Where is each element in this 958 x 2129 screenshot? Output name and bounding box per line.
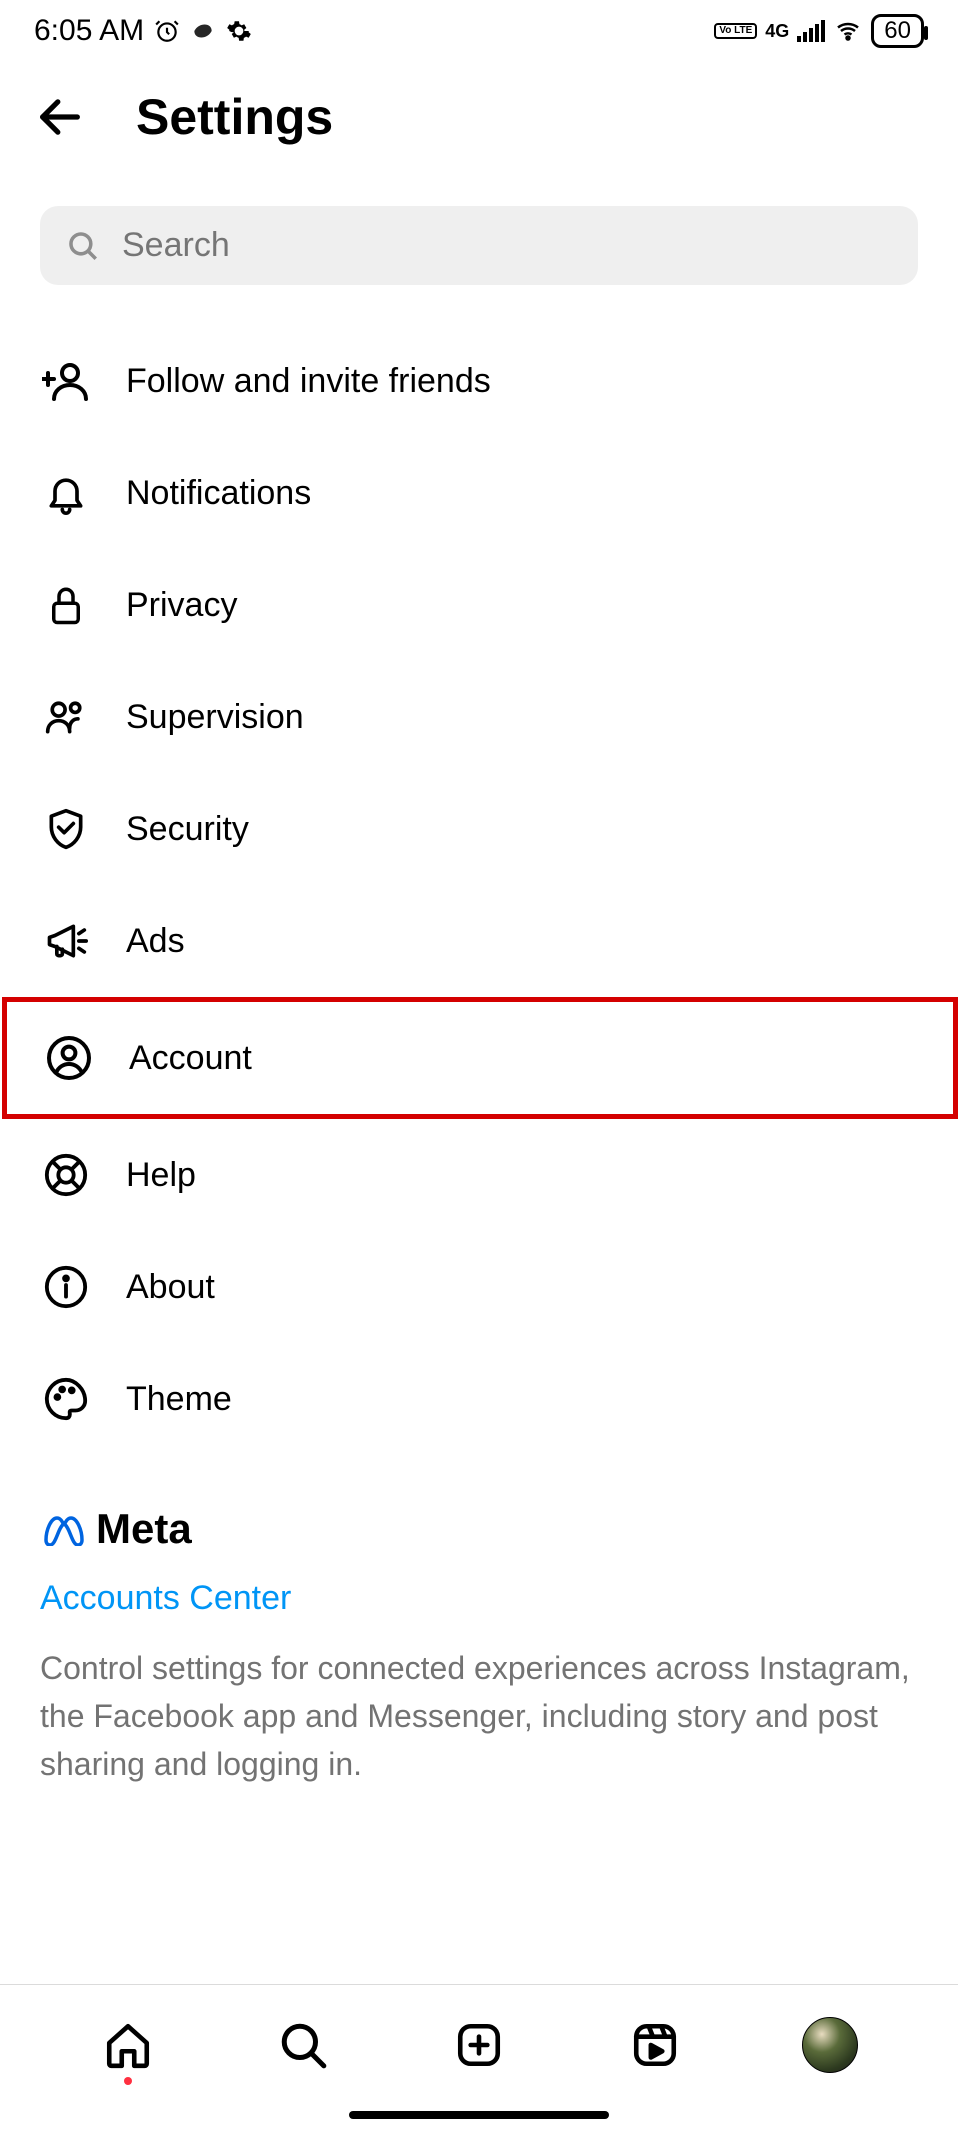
people-icon bbox=[40, 691, 92, 743]
header: Settings bbox=[0, 58, 958, 186]
meta-logo-icon bbox=[40, 1512, 88, 1546]
wifi-icon bbox=[833, 19, 863, 43]
status-right: Vo LTE 4G 60 bbox=[714, 14, 924, 48]
menu-item-about[interactable]: About bbox=[0, 1231, 958, 1343]
menu-item-label: Security bbox=[126, 810, 249, 849]
lock-icon bbox=[40, 579, 92, 631]
search-field[interactable] bbox=[40, 206, 918, 285]
menu-item-notifications[interactable]: Notifications bbox=[0, 437, 958, 549]
menu-item-label: Privacy bbox=[126, 586, 237, 625]
nav-profile[interactable] bbox=[800, 2015, 860, 2075]
menu-item-supervision[interactable]: Supervision bbox=[0, 661, 958, 773]
gear-icon bbox=[226, 18, 252, 44]
status-bar: 6:05 AM Vo LTE 4G 60 bbox=[0, 0, 958, 58]
lifebuoy-icon bbox=[40, 1149, 92, 1201]
nav-reels[interactable] bbox=[625, 2015, 685, 2075]
menu-item-follow-invite[interactable]: Follow and invite friends bbox=[0, 325, 958, 437]
info-icon bbox=[40, 1261, 92, 1313]
menu-item-ads[interactable]: Ads bbox=[0, 885, 958, 997]
menu-item-privacy[interactable]: Privacy bbox=[0, 549, 958, 661]
nav-create[interactable] bbox=[449, 2015, 509, 2075]
menu-item-security[interactable]: Security bbox=[0, 773, 958, 885]
signal-icon bbox=[797, 20, 825, 42]
menu-item-theme[interactable]: Theme bbox=[0, 1343, 958, 1455]
avatar bbox=[802, 2017, 858, 2073]
alarm-icon bbox=[154, 18, 180, 44]
nav-home[interactable] bbox=[98, 2015, 158, 2075]
search-icon bbox=[66, 229, 100, 263]
shield-check-icon bbox=[40, 803, 92, 855]
bell-icon bbox=[40, 467, 92, 519]
menu-item-label: Notifications bbox=[126, 474, 311, 513]
person-add-icon bbox=[40, 355, 92, 407]
meta-brand: Meta bbox=[40, 1505, 918, 1553]
settings-menu: Follow and invite friends Notifications … bbox=[0, 315, 958, 1465]
menu-item-help[interactable]: Help bbox=[0, 1119, 958, 1231]
menu-item-label: Account bbox=[129, 1039, 252, 1078]
menu-item-label: Follow and invite friends bbox=[126, 362, 491, 401]
menu-item-label: Ads bbox=[126, 922, 185, 961]
status-left: 6:05 AM bbox=[34, 14, 252, 48]
palette-icon bbox=[40, 1373, 92, 1425]
menu-item-label: Supervision bbox=[126, 698, 304, 737]
meta-section: Meta Accounts Center Control settings fo… bbox=[0, 1465, 958, 1848]
bottom-nav bbox=[0, 1985, 958, 2095]
leaf-icon bbox=[190, 18, 216, 44]
battery-icon: 60 bbox=[871, 14, 924, 48]
nav-search[interactable] bbox=[273, 2015, 333, 2075]
back-button[interactable] bbox=[34, 91, 86, 143]
volte-icon: Vo LTE bbox=[714, 23, 757, 39]
menu-item-account[interactable]: Account bbox=[7, 1002, 953, 1114]
status-time: 6:05 AM bbox=[34, 14, 144, 48]
page-title: Settings bbox=[136, 88, 333, 146]
menu-item-label: Help bbox=[126, 1156, 196, 1195]
menu-item-label: About bbox=[126, 1268, 215, 1307]
search-input[interactable] bbox=[122, 226, 892, 265]
home-indicator bbox=[349, 2111, 609, 2119]
person-circle-icon bbox=[43, 1032, 95, 1084]
highlight-account: Account bbox=[2, 997, 958, 1119]
megaphone-icon bbox=[40, 915, 92, 967]
network-4g-icon: 4G bbox=[765, 21, 789, 42]
accounts-center-link[interactable]: Accounts Center bbox=[40, 1579, 918, 1618]
meta-brand-text: Meta bbox=[96, 1505, 192, 1553]
meta-description: Control settings for connected experienc… bbox=[40, 1644, 918, 1788]
notification-dot-icon bbox=[124, 2077, 132, 2085]
menu-item-label: Theme bbox=[126, 1380, 232, 1419]
